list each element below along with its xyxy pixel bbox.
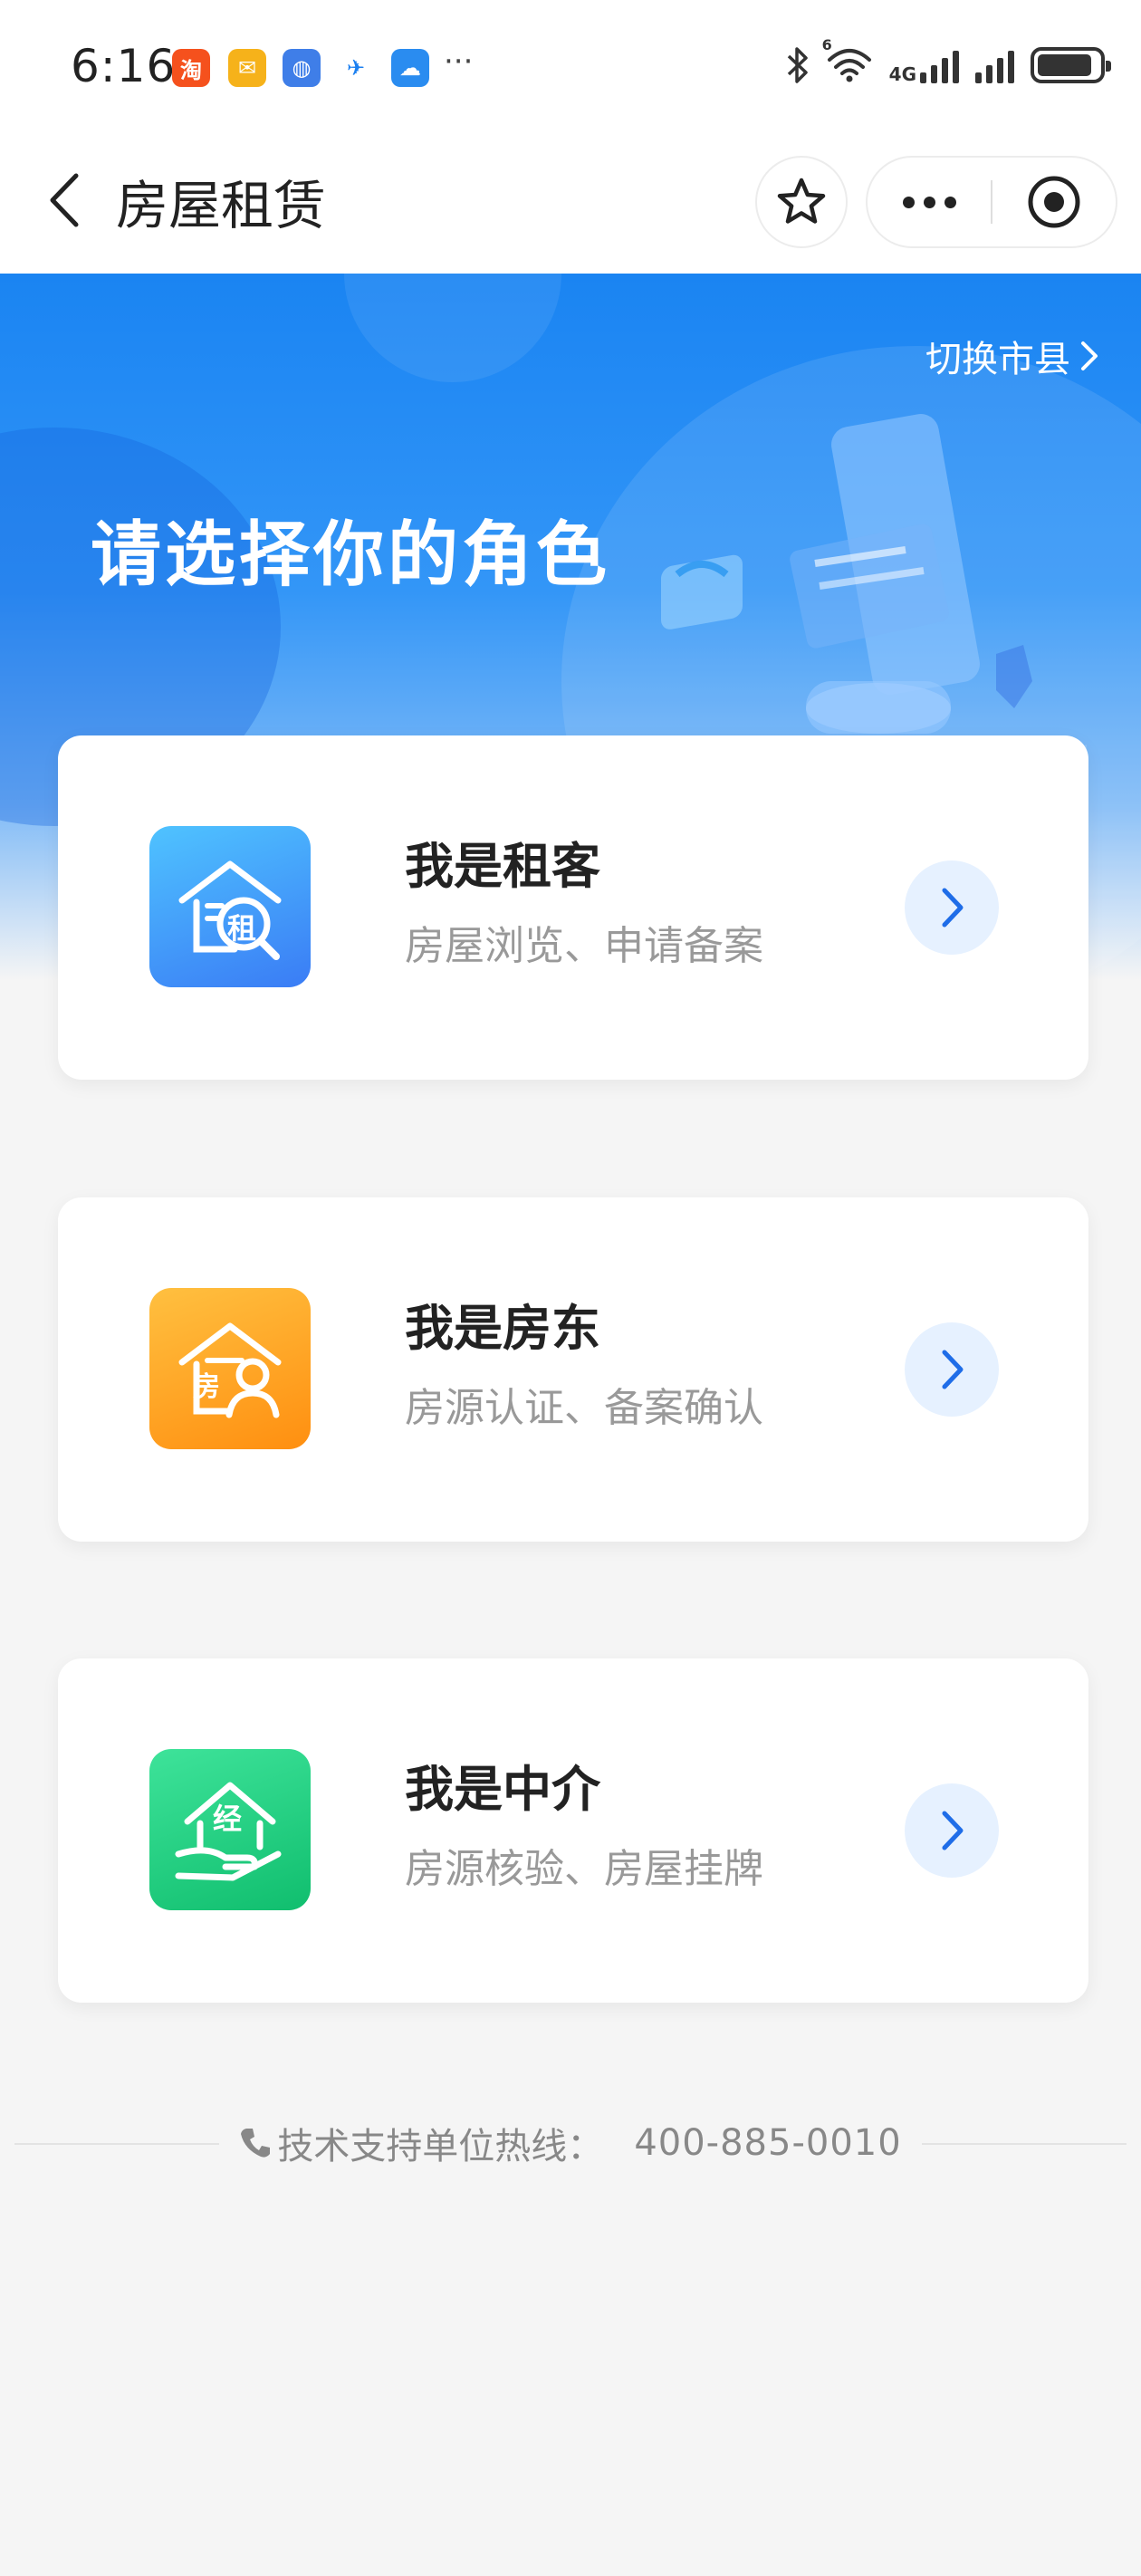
more-dot-icon bbox=[923, 196, 935, 208]
role-subtitle-landlord: 房源认证、备案确认 bbox=[405, 1385, 763, 1431]
mini-program-capsule bbox=[866, 156, 1117, 248]
hero-decor-circle-2 bbox=[344, 274, 561, 382]
hotline-number[interactable]: 400-885-0010 bbox=[634, 2122, 901, 2164]
status-time: 6:16 bbox=[71, 40, 177, 92]
hotline-label: 技术支持单位热线： bbox=[277, 2126, 604, 2167]
taobao-app-icon: 淘 bbox=[172, 49, 210, 87]
role-card-agent[interactable]: 经 我是中介 房源核验、房屋挂牌 bbox=[58, 1658, 1088, 2003]
footer-divider-left bbox=[14, 2143, 241, 2145]
phone-icon bbox=[241, 2129, 271, 2158]
target-icon bbox=[1028, 176, 1080, 228]
more-options-button[interactable] bbox=[868, 158, 991, 246]
role-subtitle-tenant: 房屋浏览、申请备案 bbox=[405, 923, 763, 969]
agent-icon-glyph: 经 bbox=[213, 1802, 243, 1836]
agent-house-hand-icon: 经 bbox=[149, 1749, 311, 1910]
hero-title: 请选择你的角色 bbox=[91, 514, 611, 596]
role-subtitle-agent: 房源核验、房屋挂牌 bbox=[405, 1846, 763, 1892]
role-card-tenant[interactable]: 租 我是租客 房屋浏览、申请备案 bbox=[58, 735, 1088, 1080]
chevron-right-icon bbox=[942, 1350, 964, 1389]
signal-strength-icon-2 bbox=[975, 47, 1014, 83]
footer-divider-right bbox=[906, 2143, 1127, 2145]
page-title: 房屋租赁 bbox=[116, 175, 327, 236]
tenant-arrow-button[interactable] bbox=[905, 860, 999, 955]
bluetooth-icon bbox=[787, 47, 808, 83]
wifi-label: 6 bbox=[821, 36, 832, 53]
nav-bar: 房屋租赁 bbox=[0, 127, 1141, 274]
telecom-app-icon: ✈ bbox=[337, 49, 375, 87]
status-more-icon: ··· bbox=[444, 43, 474, 80]
browser-app-icon: ◍ bbox=[283, 49, 321, 87]
battery-icon bbox=[1031, 47, 1111, 83]
back-icon[interactable] bbox=[36, 168, 100, 232]
battery-level bbox=[1038, 54, 1092, 76]
role-card-landlord[interactable]: 房 我是房东 房源认证、备案确认 bbox=[58, 1197, 1088, 1542]
switch-city-button[interactable]: 切换市县 bbox=[925, 330, 1101, 382]
mail-app-icon: ✉ bbox=[228, 49, 266, 87]
landlord-arrow-button[interactable] bbox=[905, 1322, 999, 1417]
role-title-agent: 我是中介 bbox=[405, 1761, 600, 1818]
close-mini-program-button[interactable] bbox=[992, 158, 1116, 246]
support-hotline: 技术支持单位热线： 400-885-0010 bbox=[0, 2107, 1141, 2179]
more-dot-icon bbox=[944, 196, 956, 208]
wifi-icon bbox=[827, 49, 871, 82]
agent-arrow-button[interactable] bbox=[905, 1783, 999, 1878]
hotline-text: 技术支持单位热线： 400-885-0010 bbox=[219, 2117, 922, 2169]
signal-strength-icon bbox=[920, 47, 959, 83]
chevron-right-icon bbox=[942, 888, 964, 928]
house-person-icon bbox=[178, 1322, 282, 1418]
role-title-tenant: 我是租客 bbox=[405, 838, 600, 895]
more-dot-icon bbox=[902, 196, 915, 208]
switch-city-label: 切换市县 bbox=[925, 339, 1070, 380]
tenant-house-search-icon: 租 bbox=[149, 826, 311, 987]
wifi-indicator: 6 bbox=[822, 38, 873, 87]
star-icon bbox=[777, 178, 826, 224]
network-type-label: 4G bbox=[888, 63, 916, 85]
tenant-icon-glyph: 租 bbox=[227, 911, 257, 946]
landlord-house-person-icon: 房 bbox=[149, 1288, 311, 1449]
weather-app-icon: ☁ bbox=[391, 49, 429, 87]
role-title-landlord: 我是房东 bbox=[405, 1300, 600, 1357]
favorite-button[interactable] bbox=[755, 156, 848, 248]
chevron-right-icon bbox=[1081, 341, 1098, 370]
landlord-icon-glyph: 房 bbox=[193, 1371, 220, 1403]
cellular-4g-indicator: 4G bbox=[889, 47, 959, 83]
status-indicators: 6 4G bbox=[786, 38, 1111, 87]
chevron-right-icon bbox=[942, 1811, 964, 1850]
status-bar: 6:16 淘 ✉ ◍ ✈ ☁ ··· 6 4G bbox=[0, 0, 1141, 127]
